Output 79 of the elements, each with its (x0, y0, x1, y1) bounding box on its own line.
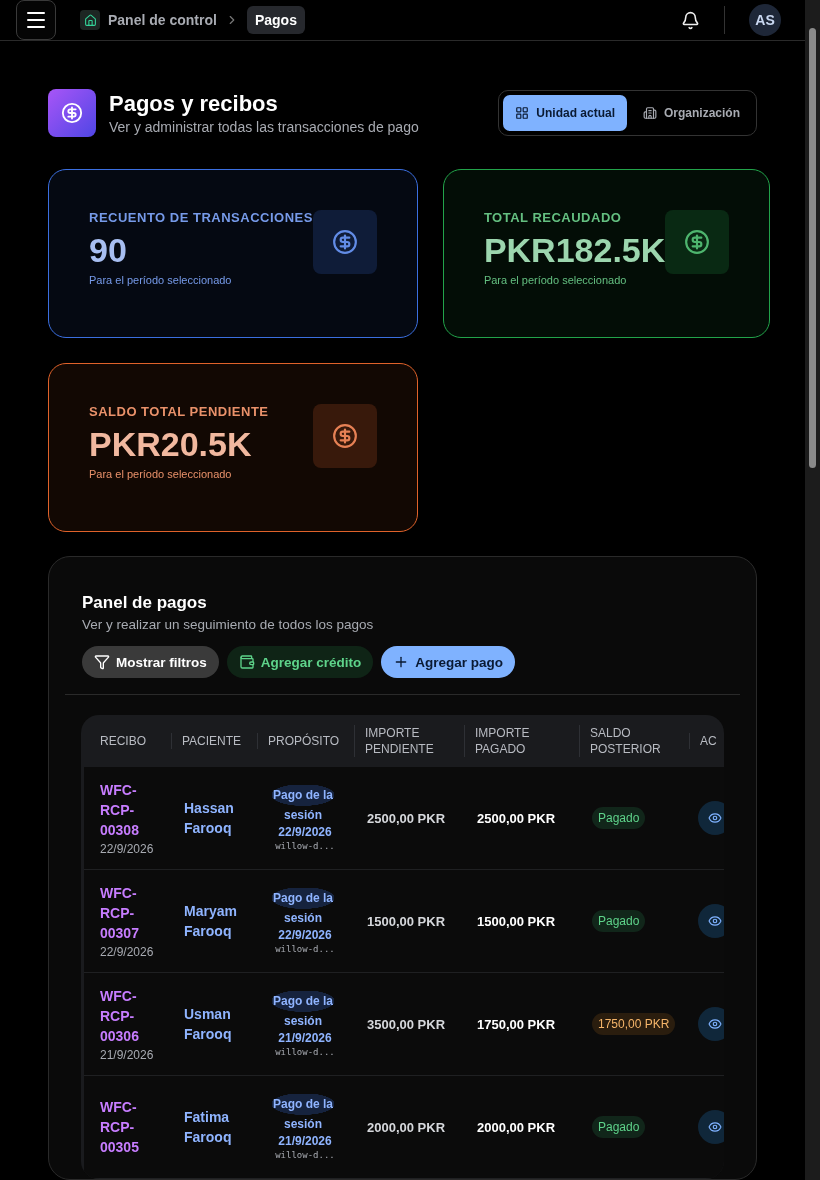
stat-note: Para el período seleccionado (89, 274, 233, 286)
breadcrumb-link[interactable]: Panel de control (108, 12, 217, 28)
view-button[interactable] (698, 1007, 724, 1041)
view-button[interactable] (698, 904, 724, 938)
column-header: AC (689, 733, 724, 749)
eye-icon (708, 1017, 722, 1031)
column-header: IMPORTE PENDIENTE (354, 725, 464, 757)
menu-button[interactable] (16, 0, 56, 40)
amount-pending: 2000,00 PKR (367, 1119, 447, 1135)
receipt-date: 22/9/2026 (99, 945, 155, 959)
patient-name[interactable]: Usman Farooq (184, 1004, 250, 1044)
stat-value: PKR182.5K (483, 231, 666, 270)
dollar-icon (312, 210, 377, 274)
page-subtitle: Ver y administrar todas las transacciones de pago (109, 119, 419, 135)
receipt-number[interactable]: WFC-RCP-00305 (94, 1097, 164, 1157)
scope-tab[interactable]: Unidad actual (503, 95, 627, 131)
amount-paid: 2500,00 PKR (477, 810, 557, 826)
amount-pending: 1500,00 PKR (367, 913, 447, 929)
receipt-date: 21/9/2026 (99, 1048, 155, 1062)
column-header: PROPÓSITO (257, 733, 354, 749)
patient-name[interactable]: Hassan Farooq (184, 798, 250, 838)
user-avatar[interactable]: AS (749, 4, 781, 36)
purpose-date: 21/9/2026 (277, 1031, 333, 1045)
column-header: RECIBO (99, 733, 147, 749)
patient-name[interactable]: Maryam Farooq (184, 901, 250, 941)
eye-icon (708, 811, 722, 825)
panel-subtitle: Ver y realizar un seguimiento de todos los pagos (82, 617, 375, 632)
reference-text: willow-d... (274, 841, 336, 851)
home-icon (80, 10, 100, 30)
purpose-date: 22/9/2026 (277, 928, 333, 942)
filter-button[interactable]: Mostrar filtros (82, 646, 219, 678)
filter-icon (94, 654, 110, 670)
scope-tab[interactable]: Organización (631, 95, 752, 131)
panel-title: Panel de pagos (82, 593, 208, 613)
credit-button[interactable]: Agregar crédito (226, 646, 374, 678)
notifications-icon[interactable] (681, 10, 700, 30)
balance-badge: Pagado (592, 910, 646, 932)
stat-label: TOTAL RECAUDADO (483, 210, 623, 225)
reference-text: willow-d... (274, 1047, 336, 1057)
balance-badge: Pagado (592, 807, 646, 829)
amount-paid: 1500,00 PKR (477, 913, 557, 929)
column-header: SALDO POSTERIOR (579, 725, 689, 757)
amount-pending: 2500,00 PKR (367, 810, 447, 826)
amount-paid: 1750,00 PKR (477, 1016, 557, 1032)
patient-name[interactable]: Fatima Farooq (184, 1107, 250, 1147)
eye-icon (708, 914, 722, 928)
stat-note: Para el período seleccionado (483, 274, 628, 286)
balance-badge: Pagado (592, 1116, 646, 1138)
wallet-icon (238, 654, 255, 670)
scrollbar[interactable] (805, 0, 820, 1180)
breadcrumb-link[interactable]: Pagos (246, 6, 305, 34)
view-button[interactable] (698, 1110, 724, 1144)
receipt-number[interactable]: WFC-RCP-00307 (94, 883, 164, 943)
add-button[interactable]: Agregar pago (381, 646, 516, 678)
building-icon (643, 106, 657, 120)
dollar-icon (48, 89, 96, 137)
balance-badge: 1750,00 PKR (592, 1013, 676, 1035)
stat-value: 90 (89, 231, 128, 270)
amount-paid: 2000,00 PKR (477, 1119, 557, 1135)
receipt-number[interactable]: WFC-RCP-00308 (94, 780, 164, 840)
stat-label: SALDO TOTAL PENDIENTE (89, 404, 269, 419)
stat-value: PKR20.5K (89, 425, 253, 464)
eye-icon (708, 1120, 722, 1134)
receipt-number[interactable]: WFC-RCP-00306 (94, 986, 164, 1046)
receipt-date: 22/9/2026 (99, 842, 155, 856)
dollar-icon (665, 210, 730, 274)
reference-text: willow-d... (274, 1150, 336, 1160)
stat-label: RECUENTO DE TRANSACCIONES (89, 210, 313, 225)
column-header: PACIENTE (171, 733, 257, 749)
amount-pending: 3500,00 PKR (367, 1016, 447, 1032)
view-button[interactable] (698, 801, 724, 835)
column-header: IMPORTE PAGADO (464, 725, 579, 757)
grid-icon (515, 106, 530, 120)
page-title: Pagos y recibos (109, 91, 279, 117)
purpose-date: 22/9/2026 (277, 825, 333, 839)
purpose-date: 21/9/2026 (277, 1134, 333, 1148)
stat-note: Para el período seleccionado (89, 468, 233, 480)
reference-text: willow-d... (274, 944, 336, 954)
dollar-icon (312, 404, 377, 468)
